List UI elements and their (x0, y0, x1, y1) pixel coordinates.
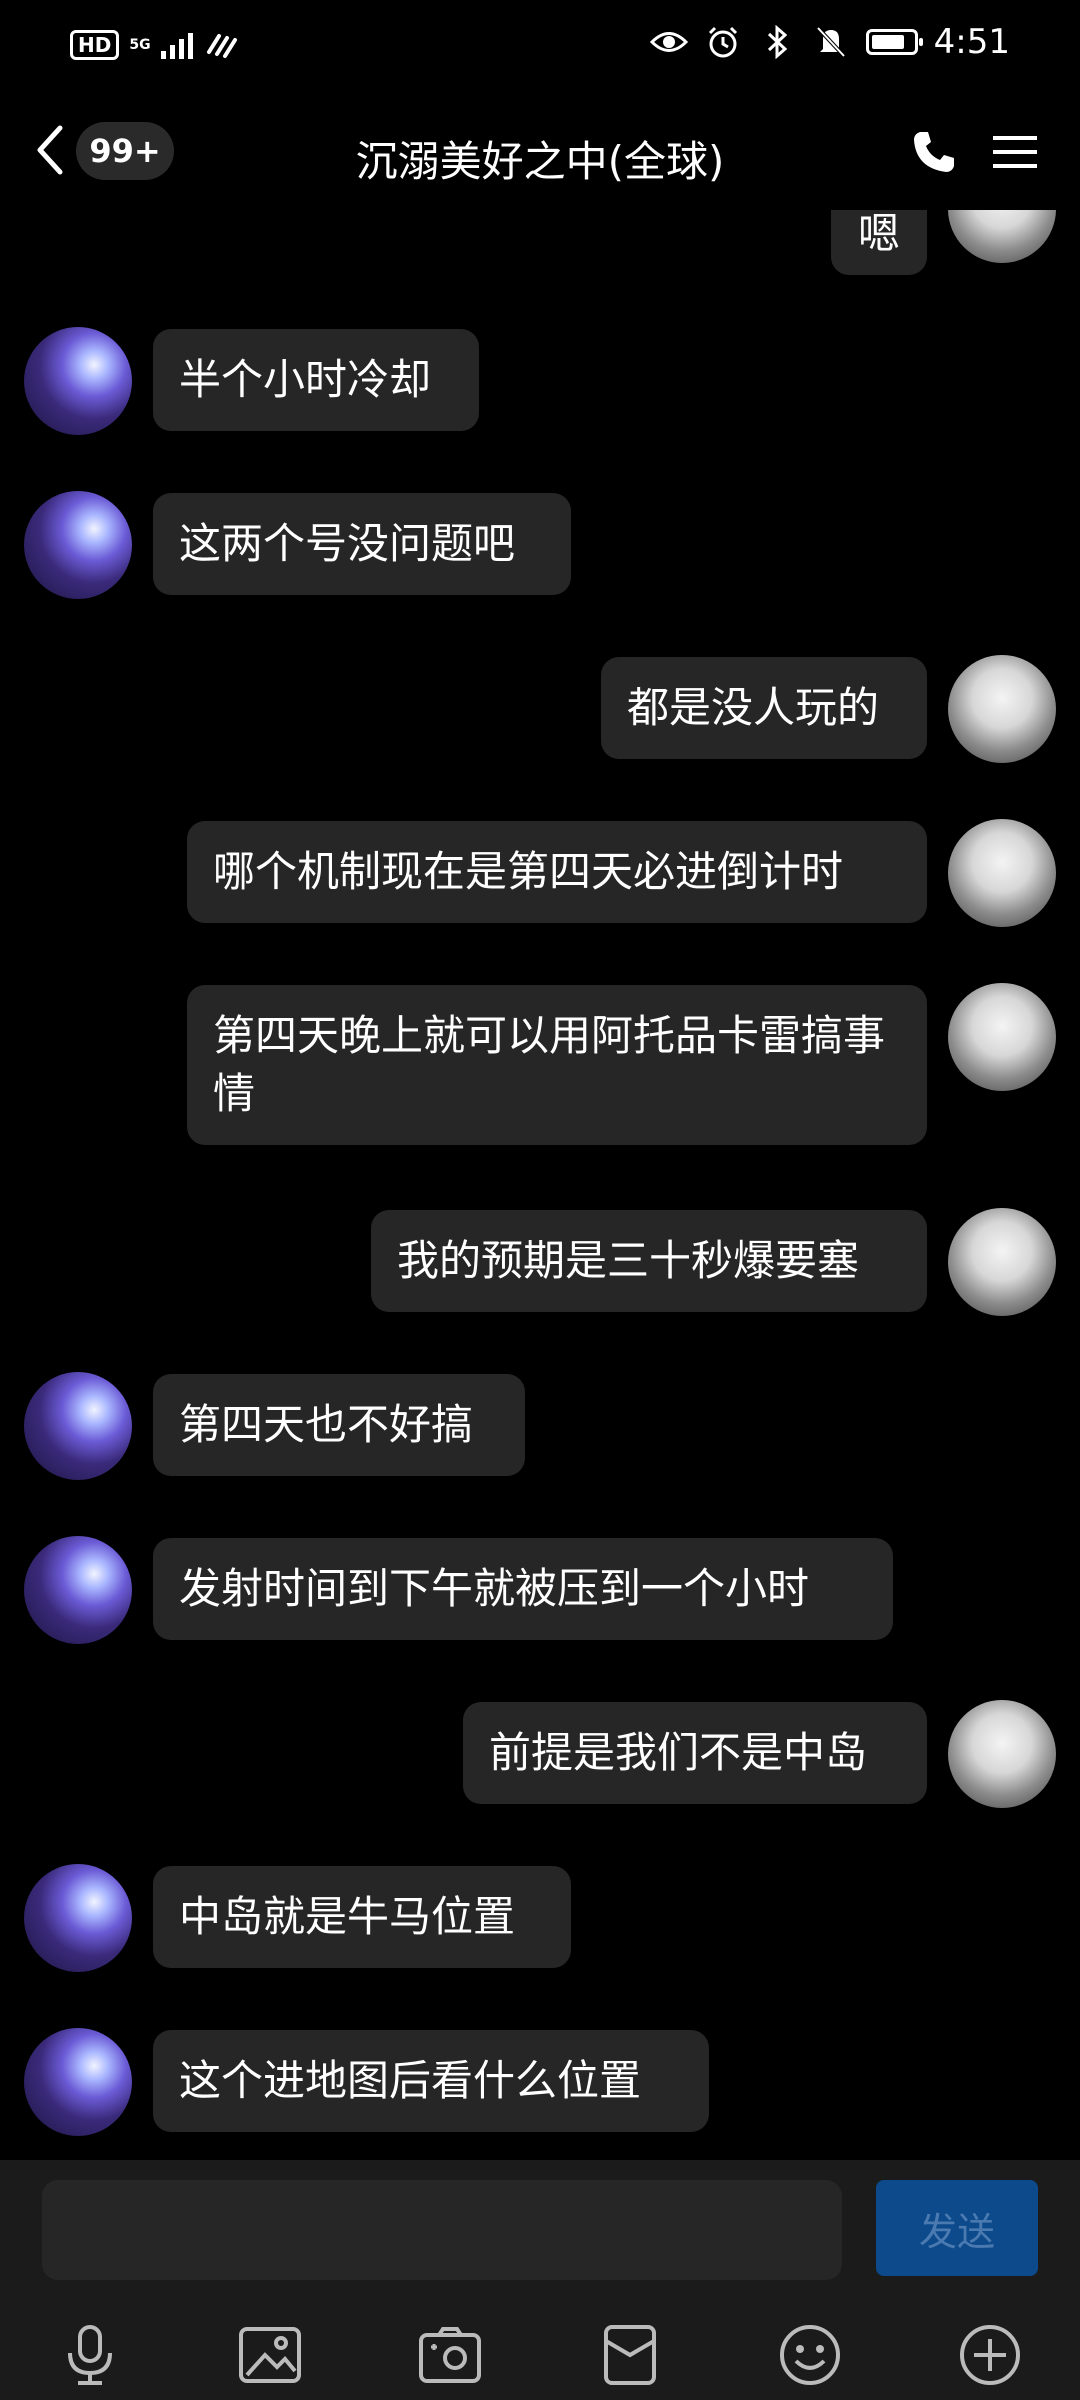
message-list[interactable]: 嗯 半个小时冷却 这两个号没问题吧 都是没人玩的 哪个机制现在是第四天必进倒计时… (0, 210, 1080, 2160)
message-bubble[interactable]: 这两个号没问题吧 (153, 493, 571, 595)
message-bubble[interactable]: 哪个机制现在是第四天必进倒计时 (187, 821, 927, 923)
chat-title: 沉溺美好之中(全球) (355, 137, 725, 186)
clock: 4:51 (933, 22, 1010, 62)
message-input[interactable] (42, 2180, 842, 2280)
message-bubble[interactable]: 嗯 (831, 210, 927, 275)
bluetooth-icon (758, 23, 796, 61)
contact-avatar[interactable] (24, 1864, 132, 1972)
message-bubble[interactable]: 都是没人玩的 (601, 657, 927, 759)
red-packet-icon[interactable] (595, 2320, 665, 2390)
message-bubble[interactable]: 发射时间到下午就被压到一个小时 (153, 1538, 893, 1640)
camera-icon[interactable] (415, 2320, 485, 2390)
alarm-icon (704, 23, 742, 61)
contact-avatar[interactable] (24, 327, 132, 435)
message-bubble[interactable]: 中岛就是牛马位置 (153, 1866, 571, 1968)
contact-avatar[interactable] (24, 491, 132, 599)
back-button[interactable] (30, 120, 70, 180)
message-bubble[interactable]: 第四天也不好搞 (153, 1374, 525, 1476)
contact-avatar[interactable] (24, 2028, 132, 2136)
message-bubble[interactable]: 我的预期是三十秒爆要塞 (371, 1210, 927, 1312)
image-icon[interactable] (235, 2320, 305, 2390)
self-avatar[interactable] (948, 655, 1056, 763)
self-avatar[interactable] (948, 1208, 1056, 1316)
send-button[interactable]: 发送 (876, 2180, 1038, 2276)
self-avatar[interactable] (948, 983, 1056, 1091)
contact-avatar[interactable] (24, 1536, 132, 1644)
message-bubble[interactable]: 前提是我们不是中岛 (463, 1702, 927, 1804)
battery-icon (865, 29, 923, 55)
microphone-icon[interactable] (55, 2320, 125, 2390)
network-type: 5G (129, 37, 151, 53)
hd-indicator: HD (70, 30, 120, 60)
silent-bell-icon (812, 23, 850, 61)
signal-icon (160, 31, 193, 59)
message-bubble[interactable]: 第四天晚上就可以用阿托品卡雷搞事情 (187, 985, 927, 1145)
unread-badge[interactable]: 99+ (76, 122, 174, 180)
message-bubble[interactable]: 半个小时冷却 (153, 329, 479, 431)
menu-icon[interactable] (987, 124, 1043, 180)
message-bubble[interactable]: 这个进地图后看什么位置 (153, 2030, 709, 2132)
status-bar: HD 5G 4:51 (0, 0, 1080, 90)
emoji-icon[interactable] (775, 2320, 845, 2390)
eye-icon (649, 23, 688, 61)
self-avatar[interactable] (948, 210, 1056, 263)
contact-avatar[interactable] (24, 1372, 132, 1480)
self-avatar[interactable] (948, 1700, 1056, 1808)
phone-icon[interactable] (906, 124, 962, 180)
chat-header: 99+ 沉溺美好之中(全球) (0, 90, 1080, 220)
plus-icon[interactable] (955, 2320, 1025, 2390)
nfc-icon (203, 26, 241, 64)
composer-toolbar (0, 2320, 1080, 2390)
self-avatar[interactable] (948, 819, 1056, 927)
composer: 发送 (0, 2160, 1080, 2400)
